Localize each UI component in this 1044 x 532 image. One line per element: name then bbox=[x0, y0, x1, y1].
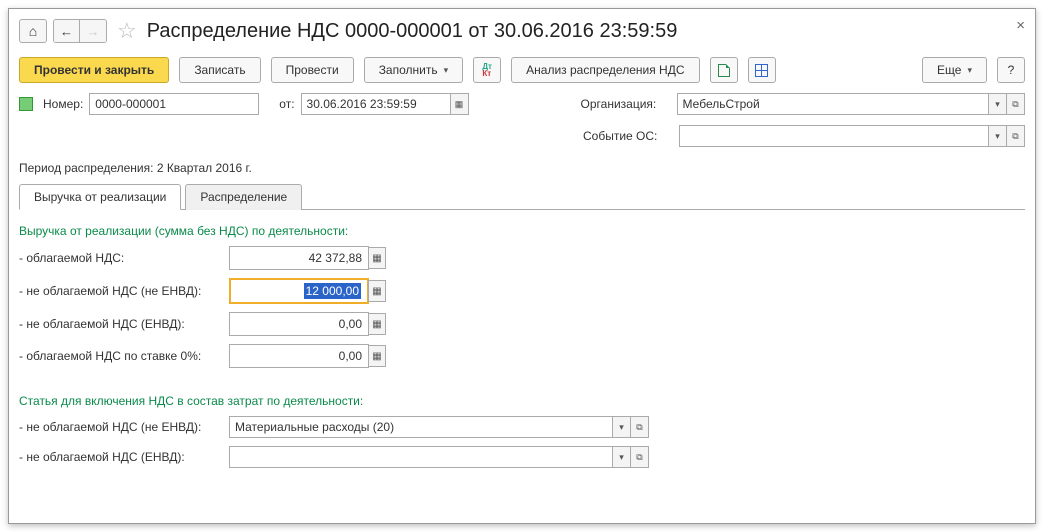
status-icon bbox=[19, 97, 33, 111]
org-label: Организация: bbox=[581, 97, 671, 111]
post-button[interactable]: Провести bbox=[271, 57, 354, 83]
open-icon[interactable]: ⧉ bbox=[1007, 93, 1025, 115]
calculator-icon[interactable]: ▦ bbox=[368, 280, 386, 302]
row-nontax-envd-input[interactable]: 0,00 bbox=[229, 312, 369, 336]
row-nontax-envd-label: - не облагаемой НДС (ЕНВД): bbox=[19, 317, 229, 331]
fill-button[interactable]: Заполнить bbox=[364, 57, 463, 83]
section-revenue-title: Выручка от реализации (сумма без НДС) по… bbox=[19, 224, 1025, 238]
document-icon bbox=[718, 64, 730, 77]
dt-kt-button[interactable]: ДтКт bbox=[473, 57, 501, 83]
table-icon bbox=[755, 64, 768, 77]
row-nontax-noenvd-label: - не облагаемой НДС (не ЕНВД): bbox=[19, 284, 229, 298]
calculator-icon[interactable]: ▦ bbox=[368, 345, 386, 367]
article-nontax-noenvd: - не облагаемой НДС (не ЕНВД): Материаль… bbox=[19, 416, 1025, 438]
report-button[interactable] bbox=[710, 57, 738, 83]
more-button[interactable]: Еще bbox=[922, 57, 987, 83]
row-taxable-input[interactable]: 42 372,88 bbox=[229, 246, 369, 270]
article-nontax-noenvd-input[interactable]: Материальные расходы (20) ▾ ⧉ bbox=[229, 416, 649, 438]
row-taxable0-input[interactable]: 0,00 bbox=[229, 344, 369, 368]
row-nontax-envd: - не облагаемой НДС (ЕНВД): 0,00 ▦ bbox=[19, 312, 1025, 336]
article-nontax-envd-input[interactable]: ▾ ⧉ bbox=[229, 446, 649, 468]
open-icon[interactable]: ⧉ bbox=[631, 446, 649, 468]
dt-kt-icon: ДтКт bbox=[482, 63, 492, 77]
open-icon[interactable]: ⧉ bbox=[1007, 125, 1025, 147]
calendar-icon[interactable]: ▦ bbox=[451, 93, 469, 115]
number-input[interactable]: 0000-000001 bbox=[89, 93, 259, 115]
period-value: 2 Квартал 2016 г. bbox=[157, 161, 252, 175]
analysis-button[interactable]: Анализ распределения НДС bbox=[511, 57, 699, 83]
row-taxable-label: - облагаемой НДС: bbox=[19, 251, 229, 265]
event-input[interactable]: ▾ ⧉ bbox=[679, 125, 1025, 147]
tab-distribution[interactable]: Распределение bbox=[185, 184, 302, 210]
nav-back-forward: ← → bbox=[53, 19, 107, 43]
row-nontax-noenvd: - не облагаемой НДС (не ЕНВД): 12 000,00… bbox=[19, 278, 1025, 304]
table-button[interactable] bbox=[748, 57, 776, 83]
date-input[interactable]: 30.06.2016 23:59:59 ▦ bbox=[301, 93, 469, 115]
dropdown-icon[interactable]: ▾ bbox=[613, 416, 631, 438]
post-and-close-button[interactable]: Провести и закрыть bbox=[19, 57, 169, 83]
date-label: от: bbox=[279, 97, 294, 111]
article-nontax-noenvd-label: - не облагаемой НДС (не ЕНВД): bbox=[19, 420, 229, 434]
help-button[interactable]: ? bbox=[997, 57, 1025, 83]
back-button[interactable]: ← bbox=[54, 20, 80, 42]
header-row-2: Событие ОС: ▾ ⧉ bbox=[19, 125, 1025, 147]
tab-revenue[interactable]: Выручка от реализации bbox=[19, 184, 181, 210]
row-nontax-noenvd-input[interactable]: 12 000,00 bbox=[229, 278, 369, 304]
calculator-icon[interactable]: ▦ bbox=[368, 313, 386, 335]
open-icon[interactable]: ⧉ bbox=[631, 416, 649, 438]
window: ⌂ ← → ☆ Распределение НДС 0000-000001 от… bbox=[8, 8, 1036, 524]
page-title: Распределение НДС 0000-000001 от 30.06.2… bbox=[147, 20, 678, 43]
calculator-icon[interactable]: ▦ bbox=[368, 247, 386, 269]
dropdown-icon[interactable]: ▾ bbox=[989, 125, 1007, 147]
org-input[interactable]: МебельСтрой ▾ ⧉ bbox=[677, 93, 1025, 115]
row-taxable0: - облагаемой НДС по ставке 0%: 0,00 ▦ bbox=[19, 344, 1025, 368]
number-label: Номер: bbox=[43, 97, 83, 111]
home-button[interactable]: ⌂ bbox=[19, 19, 47, 43]
event-label: Событие ОС: bbox=[583, 129, 673, 143]
dropdown-icon[interactable]: ▾ bbox=[989, 93, 1007, 115]
header-row-1: Номер: 0000-000001 от: 30.06.2016 23:59:… bbox=[19, 93, 1025, 115]
toolbar: Провести и закрыть Записать Провести Зап… bbox=[19, 57, 1025, 83]
save-button[interactable]: Записать bbox=[179, 57, 260, 83]
row-taxable: - облагаемой НДС: 42 372,88 ▦ bbox=[19, 246, 1025, 270]
favorite-star-icon[interactable]: ☆ bbox=[117, 18, 137, 44]
article-nontax-envd-label: - не облагаемой НДС (ЕНВД): bbox=[19, 450, 229, 464]
dropdown-icon[interactable]: ▾ bbox=[613, 446, 631, 468]
forward-button[interactable]: → bbox=[80, 20, 106, 42]
titlebar: ⌂ ← → ☆ Распределение НДС 0000-000001 от… bbox=[19, 15, 1025, 47]
period-label: Период распределения: bbox=[19, 161, 153, 175]
article-nontax-envd: - не облагаемой НДС (ЕНВД): ▾ ⧉ bbox=[19, 446, 1025, 468]
period-row: Период распределения: 2 Квартал 2016 г. bbox=[19, 161, 1025, 175]
section-articles-title: Статья для включения НДС в состав затрат… bbox=[19, 394, 1025, 408]
close-icon[interactable]: × bbox=[1016, 17, 1025, 34]
tabs: Выручка от реализации Распределение bbox=[19, 183, 1025, 210]
row-taxable0-label: - облагаемой НДС по ставке 0%: bbox=[19, 349, 229, 363]
